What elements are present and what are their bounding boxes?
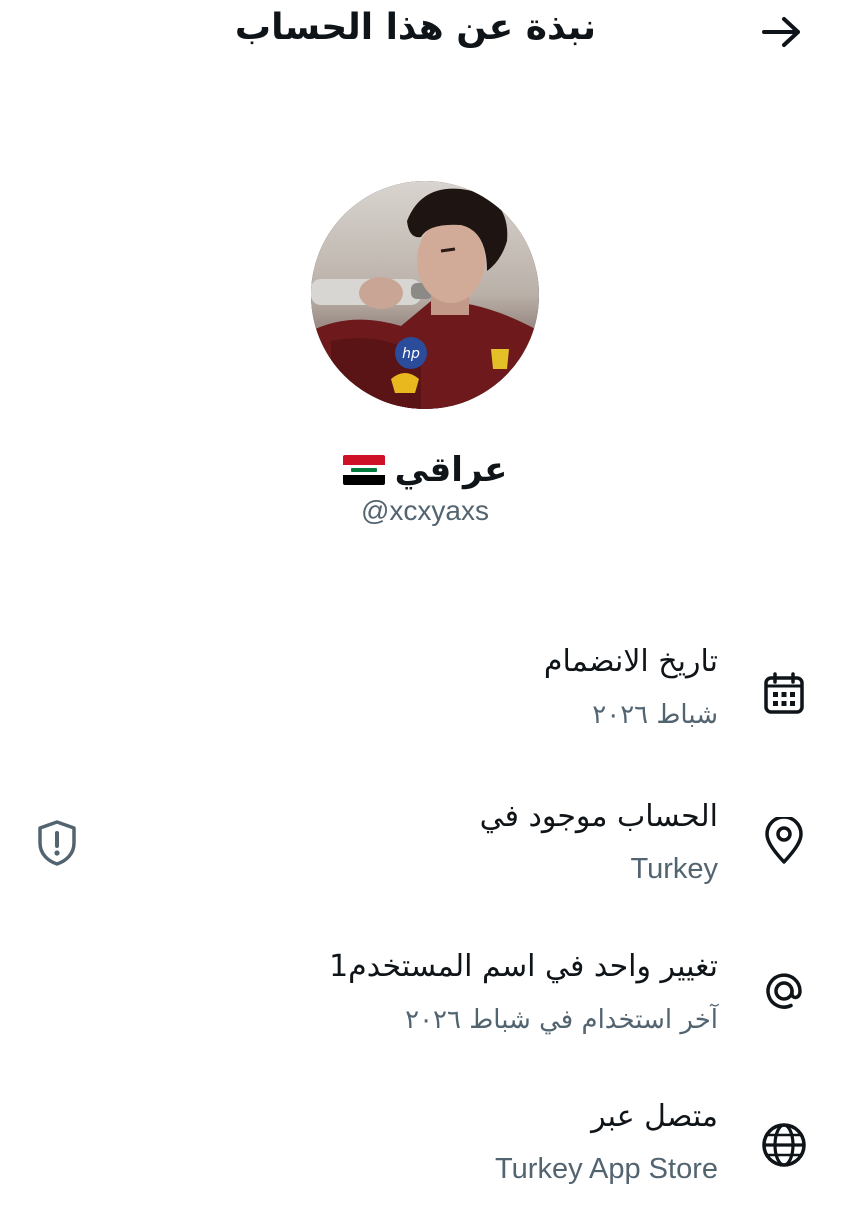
iraq-flag-icon xyxy=(342,455,385,485)
info-title: تاريخ الانضمام xyxy=(543,644,718,679)
location-pin-icon xyxy=(758,815,810,867)
shield-alert-icon[interactable] xyxy=(34,818,80,868)
at-sign-icon xyxy=(758,965,810,1017)
page-title: نبذة عن هذا الحساب xyxy=(234,7,596,48)
globe-icon xyxy=(758,1119,810,1171)
info-title: متصل عبر xyxy=(591,1099,718,1134)
info-subtitle: شباط ٢٠٢٦ xyxy=(592,700,718,730)
info-row-join-date: تاريخ الانضمام شباط ٢٠٢٦ xyxy=(0,640,850,750)
info-row-username-changes: تغيير واحد في اسم المستخدم1 آخر استخدام … xyxy=(0,945,850,1055)
arrow-right-icon xyxy=(762,17,800,47)
info-subtitle: Turkey App Store xyxy=(495,1153,718,1185)
username-handle: @xcxyaxs xyxy=(361,495,489,526)
svg-text:hp: hp xyxy=(402,346,420,362)
info-row-location: الحساب موجود في Turkey xyxy=(0,795,850,905)
display-name-row: عراقي xyxy=(0,444,850,496)
info-row-connected-via: متصل عبر Turkey App Store xyxy=(0,1095,850,1205)
info-subtitle: آخر استخدام في شباط ٢٠٢٦ xyxy=(405,1005,718,1035)
avatar[interactable]: hp xyxy=(311,181,539,409)
info-title: الحساب موجود في xyxy=(479,799,718,834)
info-title: تغيير واحد في اسم المستخدم1 xyxy=(329,949,718,984)
back-button[interactable] xyxy=(758,10,806,54)
calendar-icon xyxy=(758,668,810,720)
info-subtitle: Turkey xyxy=(630,853,718,885)
display-name: عراقي xyxy=(394,450,508,490)
profile-photo: hp xyxy=(311,181,539,409)
